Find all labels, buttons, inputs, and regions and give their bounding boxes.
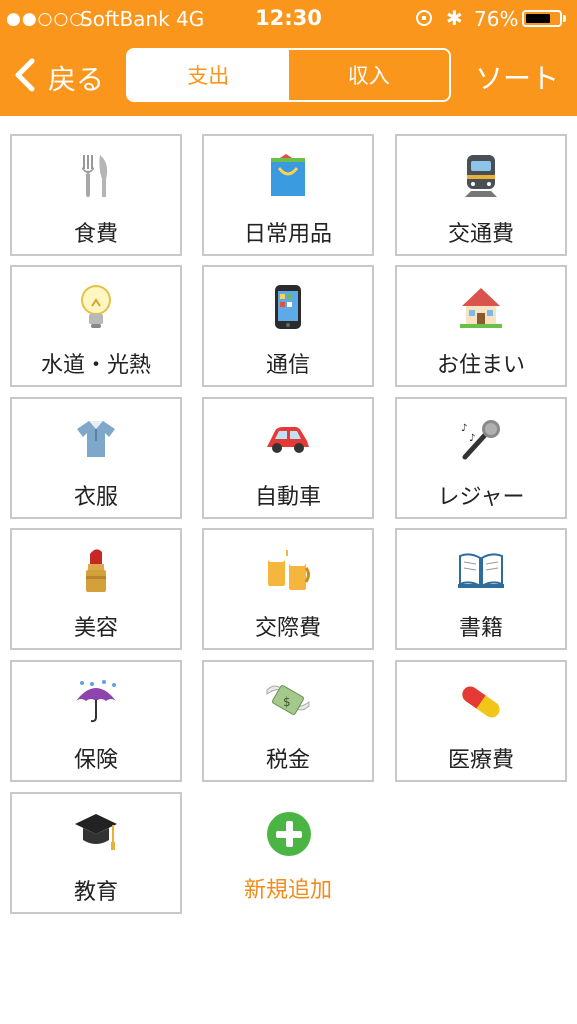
back-chevron-icon[interactable] bbox=[12, 57, 38, 93]
category-label: お住まい bbox=[436, 353, 525, 378]
category-label: 交通費 bbox=[447, 222, 514, 247]
category-tile[interactable]: 自動車 bbox=[202, 397, 374, 519]
category-tile[interactable]: お住まい bbox=[395, 265, 567, 387]
category-label: 衣服 bbox=[73, 485, 118, 510]
category-label: 通信 bbox=[265, 353, 310, 378]
fork-knife-icon bbox=[12, 152, 180, 200]
category-tile[interactable]: 食費 bbox=[10, 134, 182, 256]
category-tile[interactable]: 保険 bbox=[10, 660, 182, 782]
category-label: 交際費 bbox=[254, 616, 321, 641]
category-label: 教育 bbox=[73, 880, 118, 905]
category-label: 美容 bbox=[73, 616, 118, 641]
beer-mugs-icon bbox=[204, 546, 372, 594]
category-label: レジャー bbox=[437, 485, 525, 510]
category-tile[interactable]: 書籍 bbox=[395, 528, 567, 650]
category-label: 保険 bbox=[73, 748, 118, 773]
category-label: 自動車 bbox=[254, 485, 321, 510]
svg-text:♪: ♪ bbox=[461, 423, 467, 434]
back-button[interactable]: 戻る bbox=[48, 58, 104, 98]
svg-text:$: $ bbox=[283, 695, 291, 709]
category-label: 日常用品 bbox=[243, 222, 332, 247]
graduation-cap-icon bbox=[12, 810, 180, 858]
category-label: 税金 bbox=[265, 748, 310, 773]
status-bar: ●●○○○ SoftBank 4G 12:30 ✱ 76% bbox=[0, 0, 577, 38]
category-tile[interactable]: 交際費 bbox=[202, 528, 374, 650]
shirt-icon bbox=[12, 415, 180, 463]
category-tile[interactable]: $ 税金 bbox=[202, 660, 374, 782]
segment-expense[interactable]: 支出 bbox=[128, 50, 289, 100]
mobile-phone-icon bbox=[204, 283, 372, 331]
header: ●●○○○ SoftBank 4G 12:30 ✱ 76% 戻る 支出 収入 ソ… bbox=[0, 0, 577, 116]
category-tile[interactable]: 教育 bbox=[10, 792, 182, 914]
category-tile[interactable]: 衣服 bbox=[10, 397, 182, 519]
shopping-bag-icon bbox=[204, 152, 372, 200]
car-icon bbox=[204, 415, 372, 463]
category-tile[interactable]: 日常用品 bbox=[202, 134, 374, 256]
category-tile[interactable]: 水道・光熱 bbox=[10, 265, 182, 387]
pill-icon bbox=[397, 678, 565, 726]
battery-tip bbox=[563, 15, 566, 22]
battery-level bbox=[526, 14, 550, 23]
category-tile[interactable]: 通信 bbox=[202, 265, 374, 387]
battery-icon bbox=[522, 10, 562, 27]
category-label: 書籍 bbox=[458, 616, 503, 641]
microphone-icon: ♪ ♪ bbox=[397, 415, 565, 463]
light-bulb-icon bbox=[12, 283, 180, 331]
svg-text:♪: ♪ bbox=[469, 433, 475, 444]
category-tile[interactable]: ♪ ♪ レジャー bbox=[395, 397, 567, 519]
category-tile[interactable]: 医療費 bbox=[395, 660, 567, 782]
segment-income[interactable]: 収入 bbox=[288, 50, 449, 100]
lipstick-icon bbox=[12, 546, 180, 594]
category-tile[interactable]: 交通費 bbox=[395, 134, 567, 256]
house-icon bbox=[397, 283, 565, 331]
open-book-icon bbox=[397, 546, 565, 594]
category-label: 食費 bbox=[73, 222, 118, 247]
bluetooth-icon: ✱ bbox=[446, 6, 463, 30]
umbrella-rain-icon bbox=[12, 678, 180, 726]
category-label: 医療費 bbox=[447, 748, 514, 773]
money-wings-icon: $ bbox=[204, 678, 372, 726]
train-icon bbox=[397, 152, 565, 200]
category-label: 水道・光熱 bbox=[40, 353, 151, 378]
category-tile[interactable]: 美容 bbox=[10, 528, 182, 650]
plus-circle-icon bbox=[267, 812, 311, 856]
orientation-lock-icon bbox=[416, 10, 432, 26]
battery-percent: 76% bbox=[474, 7, 519, 31]
add-category-button[interactable]: 新規追加 bbox=[202, 792, 374, 914]
income-expense-segmented-control[interactable]: 支出 収入 bbox=[126, 48, 451, 102]
add-category-label: 新規追加 bbox=[243, 878, 332, 903]
sort-button[interactable]: ソート bbox=[475, 57, 559, 97]
